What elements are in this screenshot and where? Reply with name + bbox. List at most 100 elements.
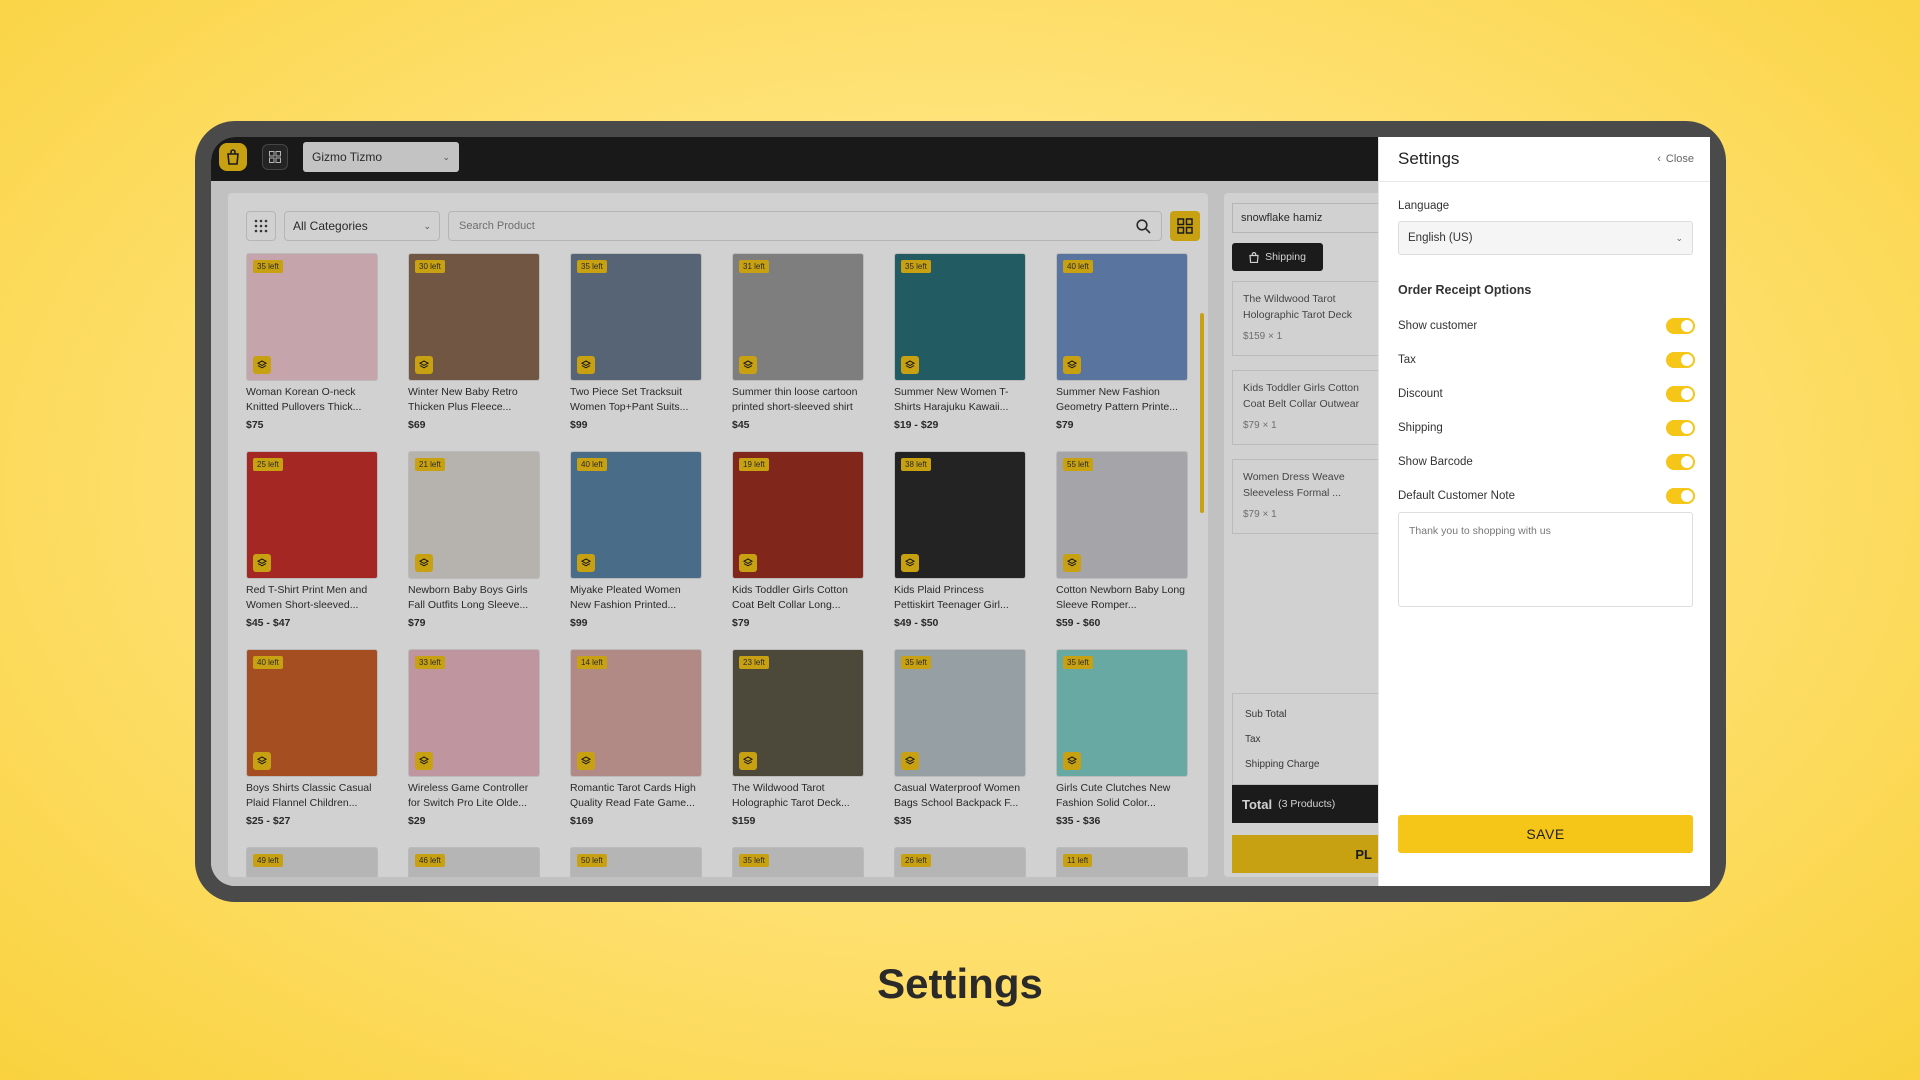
variants-icon	[253, 356, 271, 374]
product-price: $49 - $50	[894, 617, 939, 629]
category-select[interactable]: All Categories ⌄	[284, 211, 440, 241]
product-image[interactable]: 35 left	[732, 847, 864, 877]
product-image[interactable]: 14 left	[570, 649, 702, 777]
product-card[interactable]: 40 left Miyake Pleated Women New Fashion …	[570, 451, 702, 649]
product-price: $79	[408, 617, 426, 629]
grid-view-icon[interactable]	[1170, 211, 1200, 241]
default-note-toggle[interactable]	[1666, 488, 1695, 504]
option-discount: Discount	[1398, 383, 1695, 405]
logo-icon[interactable]	[219, 143, 247, 171]
product-price: $19 - $29	[894, 419, 939, 431]
search-placeholder: Search Product	[459, 220, 535, 232]
product-name: Cotton Newborn Baby Long Sleeve Romper..…	[1056, 584, 1185, 611]
place-order-button[interactable]: PL	[1232, 835, 1378, 873]
shipping-toggle[interactable]	[1666, 420, 1695, 436]
product-card[interactable]: 35 left Two Piece Set Tracksuit Women Top…	[570, 253, 702, 451]
product-image[interactable]: 38 left	[894, 451, 1026, 579]
product-card[interactable]: 31 left Summer thin loose cartoon printed…	[732, 253, 864, 451]
store-select[interactable]: Gizmo Tizmo ⌄	[303, 142, 459, 172]
settings-header: Settings ‹ Close	[1379, 137, 1710, 182]
cart-item-name: Kids Toddler Girls Cotton Coat Belt Coll…	[1243, 382, 1360, 410]
product-card[interactable]: 35 left Girls Cute Clutches New Fashion S…	[1056, 649, 1188, 847]
product-price: $35 - $36	[1056, 815, 1101, 827]
product-card[interactable]: 23 left The Wildwood Tarot Holographic Ta…	[732, 649, 864, 847]
total-label: Total	[1242, 796, 1273, 812]
product-card[interactable]: 46 left	[408, 847, 540, 877]
customer-field[interactable]: snowflake hamiz	[1232, 203, 1378, 233]
cart-item-qty: $159 × 1	[1243, 331, 1283, 342]
product-card[interactable]: 30 left Winter New Baby Retro Thicken Plu…	[408, 253, 540, 451]
stock-badge: 25 left	[253, 458, 283, 471]
product-card[interactable]: 26 left	[894, 847, 1026, 877]
product-image[interactable]: 40 left	[1056, 253, 1188, 381]
cart-item[interactable]: The Wildwood Tarot Holographic Tarot Dec…	[1232, 281, 1378, 356]
product-image[interactable]: 49 left	[246, 847, 378, 877]
search-input[interactable]: Search Product	[448, 211, 1162, 241]
product-image[interactable]: 55 left	[1056, 451, 1188, 579]
product-card[interactable]: 38 left Kids Plaid Princess Pettiskirt Te…	[894, 451, 1026, 649]
product-name: Summer New Fashion Geometry Pattern Prin…	[1056, 386, 1178, 413]
product-card[interactable]: 21 left Newborn Baby Boys Girls Fall Outf…	[408, 451, 540, 649]
product-card[interactable]: 35 left	[732, 847, 864, 877]
product-image[interactable]: 50 left	[570, 847, 702, 877]
product-card[interactable]: 35 left Woman Korean O-neck Knitted Pullo…	[246, 253, 378, 451]
stock-badge: 19 left	[739, 458, 769, 471]
variants-icon	[901, 752, 919, 770]
customer-note-textarea[interactable]: Thank you to shopping with us	[1398, 512, 1693, 607]
product-image[interactable]: 35 left	[246, 253, 378, 381]
stock-badge: 35 left	[739, 854, 769, 867]
main-content: All Categories ⌄ Search Product 35 left W…	[211, 181, 1378, 886]
place-order-label: PL	[1355, 846, 1372, 862]
product-card[interactable]: 50 left	[570, 847, 702, 877]
show-barcode-toggle[interactable]	[1666, 454, 1695, 470]
discount-toggle[interactable]	[1666, 386, 1695, 402]
product-card[interactable]: 35 left Casual Waterproof Women Bags Scho…	[894, 649, 1026, 847]
product-image[interactable]: 26 left	[894, 847, 1026, 877]
product-image[interactable]: 19 left	[732, 451, 864, 579]
variants-icon	[739, 356, 757, 374]
product-image[interactable]: 33 left	[408, 649, 540, 777]
product-image[interactable]: 35 left	[570, 253, 702, 381]
product-image[interactable]: 11 left	[1056, 847, 1188, 877]
product-image[interactable]: 35 left	[894, 649, 1026, 777]
close-label: Close	[1665, 153, 1694, 165]
cart-item[interactable]: Women Dress Weave Sleeveless Formal ... …	[1232, 459, 1378, 534]
stock-badge: 38 left	[901, 458, 931, 471]
product-image[interactable]: 35 left	[894, 253, 1026, 381]
shipping-button-label: Shipping	[1265, 251, 1306, 263]
apps-grid-icon[interactable]	[262, 144, 288, 170]
receipt-options-title: Order Receipt Options	[1398, 283, 1532, 297]
variants-icon	[253, 752, 271, 770]
language-select[interactable]: English (US) ⌄	[1398, 221, 1693, 255]
product-card[interactable]: 14 left Romantic Tarot Cards High Quality…	[570, 649, 702, 847]
product-card[interactable]: 33 left Wireless Game Controller for Swit…	[408, 649, 540, 847]
menu-grid-icon[interactable]	[246, 211, 276, 241]
product-card[interactable]: 11 left	[1056, 847, 1188, 877]
product-image[interactable]: 35 left	[1056, 649, 1188, 777]
product-card[interactable]: 25 left Red T-Shirt Print Men and Women S…	[246, 451, 378, 649]
shipping-button[interactable]: Shipping	[1232, 243, 1323, 271]
stock-badge: 40 left	[577, 458, 607, 471]
product-image[interactable]: 40 left	[246, 649, 378, 777]
product-card[interactable]: 19 left Kids Toddler Girls Cotton Coat Be…	[732, 451, 864, 649]
product-image[interactable]: 40 left	[570, 451, 702, 579]
close-button[interactable]: ‹ Close	[1657, 153, 1694, 165]
product-card[interactable]: 55 left Cotton Newborn Baby Long Sleeve R…	[1056, 451, 1188, 649]
product-image[interactable]: 30 left	[408, 253, 540, 381]
product-card[interactable]: 35 left Summer New Women T-Shirts Harajuk…	[894, 253, 1026, 451]
product-card[interactable]: 40 left Boys Shirts Classic Casual Plaid …	[246, 649, 378, 847]
product-image[interactable]: 31 left	[732, 253, 864, 381]
search-icon[interactable]	[1136, 218, 1151, 234]
product-image[interactable]: 21 left	[408, 451, 540, 579]
product-card[interactable]: 49 left	[246, 847, 378, 877]
save-button[interactable]: SAVE	[1398, 815, 1693, 853]
product-image[interactable]: 23 left	[732, 649, 864, 777]
cart-item[interactable]: Kids Toddler Girls Cotton Coat Belt Coll…	[1232, 370, 1378, 445]
settings-title: Settings	[1398, 149, 1460, 168]
product-card[interactable]: 40 left Summer New Fashion Geometry Patte…	[1056, 253, 1188, 451]
product-image[interactable]: 46 left	[408, 847, 540, 877]
show-customer-toggle[interactable]	[1666, 318, 1695, 334]
product-image[interactable]: 25 left	[246, 451, 378, 579]
tax-toggle[interactable]	[1666, 352, 1695, 368]
scrollbar[interactable]	[1200, 313, 1204, 513]
